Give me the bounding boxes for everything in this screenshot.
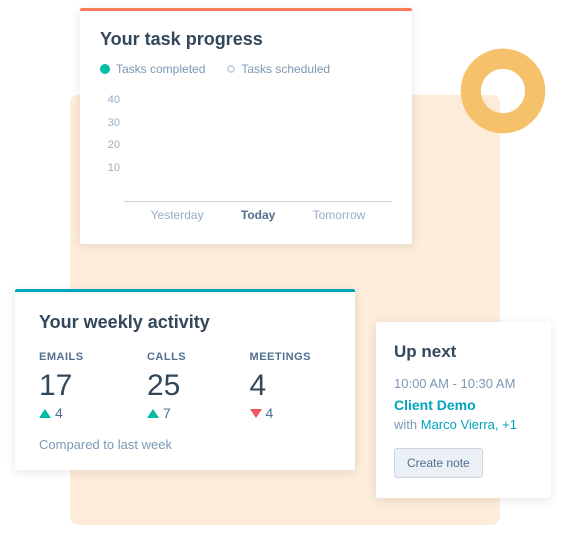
event-name[interactable]: Client Demo [394,397,533,413]
attendee-link[interactable]: Marco Vierra, +1 [421,417,517,432]
weekly-activity-card: Your weekly activity EMAILS 17 4 CALLS 2… [15,289,355,470]
legend-dot-completed-icon [100,64,110,74]
weekly-activity-title: Your weekly activity [39,312,331,333]
up-next-card: Up next 10:00 AM - 10:30 AM Client Demo … [376,322,551,498]
y-tick: 20 [108,139,120,151]
event-attendees: with Marco Vierra, +1 [394,417,533,432]
create-note-button[interactable]: Create note [394,448,483,478]
legend-item-scheduled[interactable]: Tasks scheduled [227,62,330,76]
stat-value: 4 [250,369,311,403]
legend-dot-scheduled-icon [227,65,235,73]
with-prefix: with [394,417,421,432]
stat-delta: 4 [250,405,311,421]
up-next-title: Up next [394,342,533,362]
legend-label-completed: Tasks completed [116,62,205,76]
stat-delta: 7 [147,405,186,421]
stat-value: 17 [39,369,84,403]
stat-meetings: MEETINGS 4 4 [250,351,311,421]
triangle-up-icon [147,409,159,418]
x-label: Today [241,208,275,222]
y-tick: 10 [108,162,120,174]
plot-area [124,90,392,202]
delta-value: 7 [163,405,171,421]
event-time: 10:00 AM - 10:30 AM [394,376,533,391]
stat-delta: 4 [39,405,84,421]
x-axis-labels: Yesterday Today Tomorrow [124,202,392,222]
y-axis: 10 20 30 40 [100,90,124,202]
chart-legend: Tasks completed Tasks scheduled [100,62,392,76]
stat-calls: CALLS 25 7 [147,351,186,421]
stat-label: MEETINGS [250,351,311,363]
triangle-up-icon [39,409,51,418]
task-progress-title: Your task progress [100,29,392,50]
x-label: Yesterday [151,208,204,222]
y-tick: 30 [108,117,120,129]
stat-emails: EMAILS 17 4 [39,351,84,421]
legend-label-scheduled: Tasks scheduled [241,62,330,76]
delta-value: 4 [266,405,274,421]
bar-chart: 10 20 30 40 Yesterday Today Tomorrow [100,90,392,230]
stat-label: EMAILS [39,351,84,363]
stat-label: CALLS [147,351,186,363]
legend-item-completed[interactable]: Tasks completed [100,62,205,76]
task-progress-card: Your task progress Tasks completed Tasks… [80,8,412,244]
ring-decor-icon [457,45,549,137]
stat-value: 25 [147,369,186,403]
stats-row: EMAILS 17 4 CALLS 25 7 MEETINGS 4 4 [39,351,331,421]
y-tick: 40 [108,94,120,106]
compared-text: Compared to last week [39,437,331,452]
x-label: Tomorrow [313,208,366,222]
delta-value: 4 [55,405,63,421]
triangle-down-icon [250,409,262,418]
